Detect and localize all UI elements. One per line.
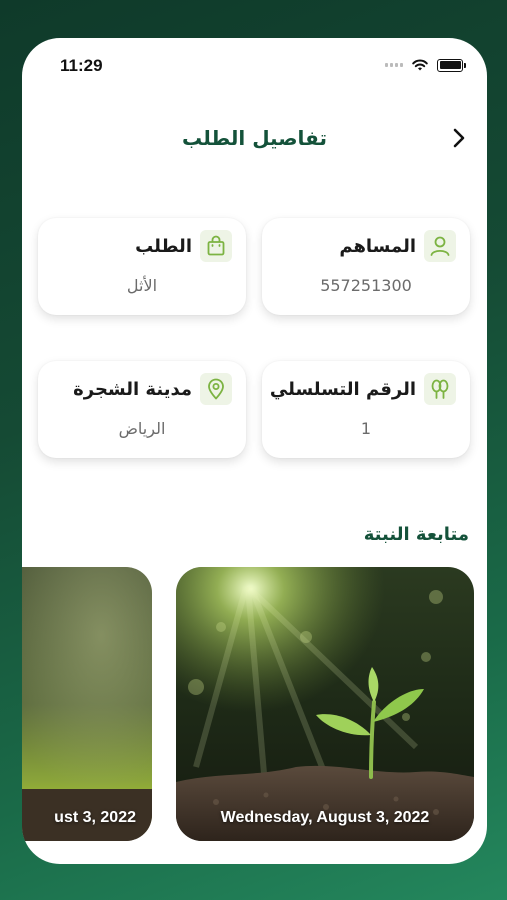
plant-tracking-title: متابعة النبتة [363,524,469,545]
location-pin-icon [200,373,232,405]
header: تفاصيل الطلب [22,116,487,160]
photo-date: Wednesday, August 3, 2022 [220,809,430,826]
order-card: الطلب الأثل [38,218,246,315]
user-icon [424,230,456,262]
phone-screen: 11:29 تفاصيل الطلب المساهم 557251300 الط… [22,38,487,864]
contributor-value: 557251300 [320,276,412,295]
signal-icon [385,63,403,67]
tree-city-label: مدينة الشجرة [73,378,192,400]
order-value: الأثل [126,276,158,295]
order-label: الطلب [135,235,192,257]
contributor-card: المساهم 557251300 [262,218,470,315]
wifi-icon [412,59,428,71]
serial-number-label: الرقم التسلسلي [269,378,416,400]
trees-icon [424,373,456,405]
serial-number-card: الرقم التسلسلي 1 [262,361,470,458]
photo-date: ust 3, 2022 [54,809,136,826]
page-title: تفاصيل الطلب [182,126,327,150]
status-time: 11:29 [60,56,103,75]
back-button[interactable] [447,126,471,150]
contributor-label: المساهم [339,235,416,257]
battery-icon [437,58,466,72]
status-bar: 11:29 [22,38,487,94]
plant-photo [176,567,474,841]
chevron-right-icon [453,128,465,148]
status-icons [385,58,466,72]
serial-number-value: 1 [360,419,372,438]
tree-city-value: الرياض [118,419,166,438]
tree-city-card: مدينة الشجرة الرياض [38,361,246,458]
shopping-bag-icon [200,230,232,262]
plant-photo-blurred [22,567,152,841]
plant-photo-card[interactable]: Wednesday, August 3, 2022 [176,567,474,841]
plant-photo-card[interactable]: ust 3, 2022 [22,567,152,841]
